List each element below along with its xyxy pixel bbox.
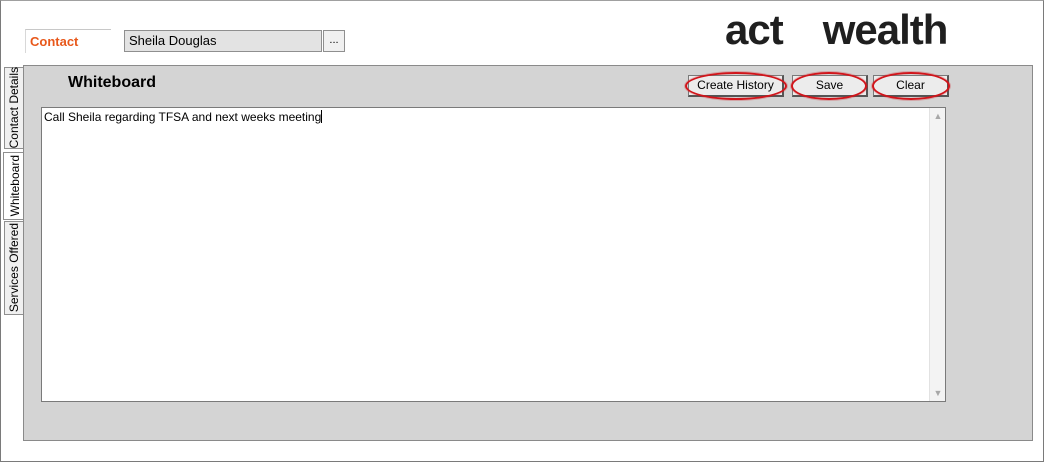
contact-label: Contact: [25, 29, 111, 53]
panel-title: Whiteboard: [68, 74, 156, 91]
logo-prefix: act: [725, 6, 784, 53]
logo-suffix: wealth: [822, 6, 949, 53]
vertical-scrollbar[interactable]: ▲ ▼: [929, 108, 945, 401]
tab-contact-details[interactable]: Contact Details: [4, 67, 24, 149]
scroll-down-icon[interactable]: ▼: [930, 385, 946, 401]
create-history-button[interactable]: Create History: [688, 75, 784, 97]
whiteboard-panel: Whiteboard Create History Save Clear Cal…: [23, 65, 1033, 441]
tab-services-offered[interactable]: Services Offered: [4, 221, 24, 315]
whiteboard-note-text: Call Sheila regarding TFSA and next week…: [44, 110, 323, 124]
scroll-up-icon[interactable]: ▲: [930, 108, 946, 124]
clear-button[interactable]: Clear: [873, 75, 949, 97]
browse-contact-button[interactable]: ...: [323, 30, 345, 52]
application-window: Contact Sheila Douglas ... act 4 wealth Co…: [0, 0, 1044, 462]
logo-digit: 4: [782, 5, 823, 55]
tab-whiteboard[interactable]: Whiteboard: [3, 152, 25, 220]
save-button[interactable]: Save: [792, 75, 868, 97]
whiteboard-textarea[interactable]: Call Sheila regarding TFSA and next week…: [41, 107, 946, 402]
text-caret: [321, 110, 323, 123]
contact-name-field[interactable]: Sheila Douglas: [124, 30, 322, 52]
act4wealth-logo: act 4 wealth: [725, 5, 957, 55]
